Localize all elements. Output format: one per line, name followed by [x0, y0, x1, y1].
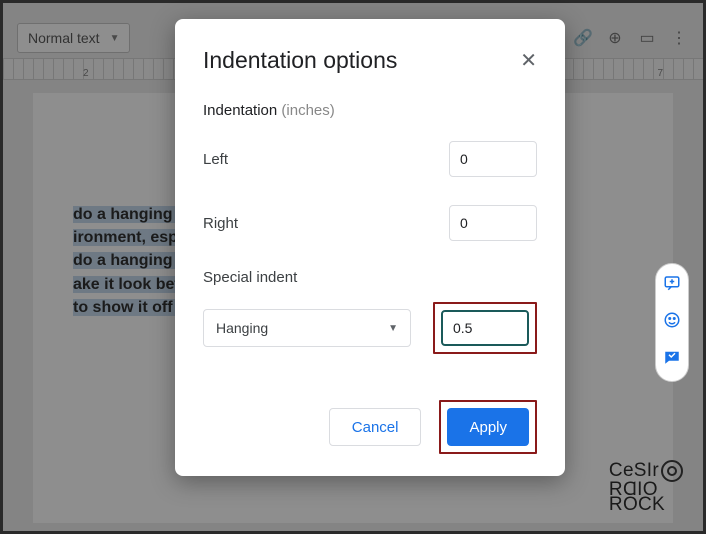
link-icon[interactable]: 🔗 [573, 28, 593, 48]
indentation-options-dialog: Indentation options ✕ Indentation (inche… [175, 19, 565, 476]
indentation-section-label: Indentation (inches) [203, 102, 537, 119]
special-value-highlight [433, 302, 537, 354]
right-indent-label: Right [203, 215, 238, 232]
watermark: CeSIr RⱭIO ROCK [609, 460, 683, 513]
reaction-panel [655, 263, 689, 382]
chevron-down-icon: ▼ [388, 323, 398, 334]
right-indent-input[interactable] [449, 205, 537, 241]
apply-button[interactable]: Apply [447, 408, 529, 446]
paragraph-style-label: Normal text [28, 30, 100, 46]
add-comment-icon[interactable] [663, 274, 681, 297]
more-icon[interactable]: ⋮ [669, 28, 689, 48]
suggest-edit-icon[interactable] [663, 348, 681, 371]
add-comment-icon[interactable]: ⊕ [605, 28, 625, 48]
swirl-icon [661, 460, 683, 482]
special-indent-value-input[interactable] [441, 310, 529, 346]
left-indent-input[interactable] [449, 141, 537, 177]
apply-highlight: Apply [439, 400, 537, 454]
ruler-mark: 2 [83, 68, 89, 79]
paragraph-style-dropdown[interactable]: Normal text ▼ [17, 23, 130, 53]
emoji-icon[interactable] [663, 311, 681, 334]
special-indent-dropdown[interactable]: Hanging ▼ [203, 309, 411, 347]
chevron-down-icon: ▼ [110, 33, 120, 44]
toolbar-right-group: 🔗 ⊕ ▭ ⋮ [573, 28, 689, 48]
special-indent-label: Special indent [203, 269, 537, 286]
dialog-title: Indentation options [203, 47, 397, 74]
close-icon[interactable]: ✕ [520, 51, 537, 71]
ruler-mark: 7 [657, 68, 663, 79]
left-indent-label: Left [203, 151, 228, 168]
cancel-button[interactable]: Cancel [329, 408, 422, 446]
insert-image-icon[interactable]: ▭ [637, 28, 657, 48]
special-indent-selected: Hanging [216, 320, 268, 336]
